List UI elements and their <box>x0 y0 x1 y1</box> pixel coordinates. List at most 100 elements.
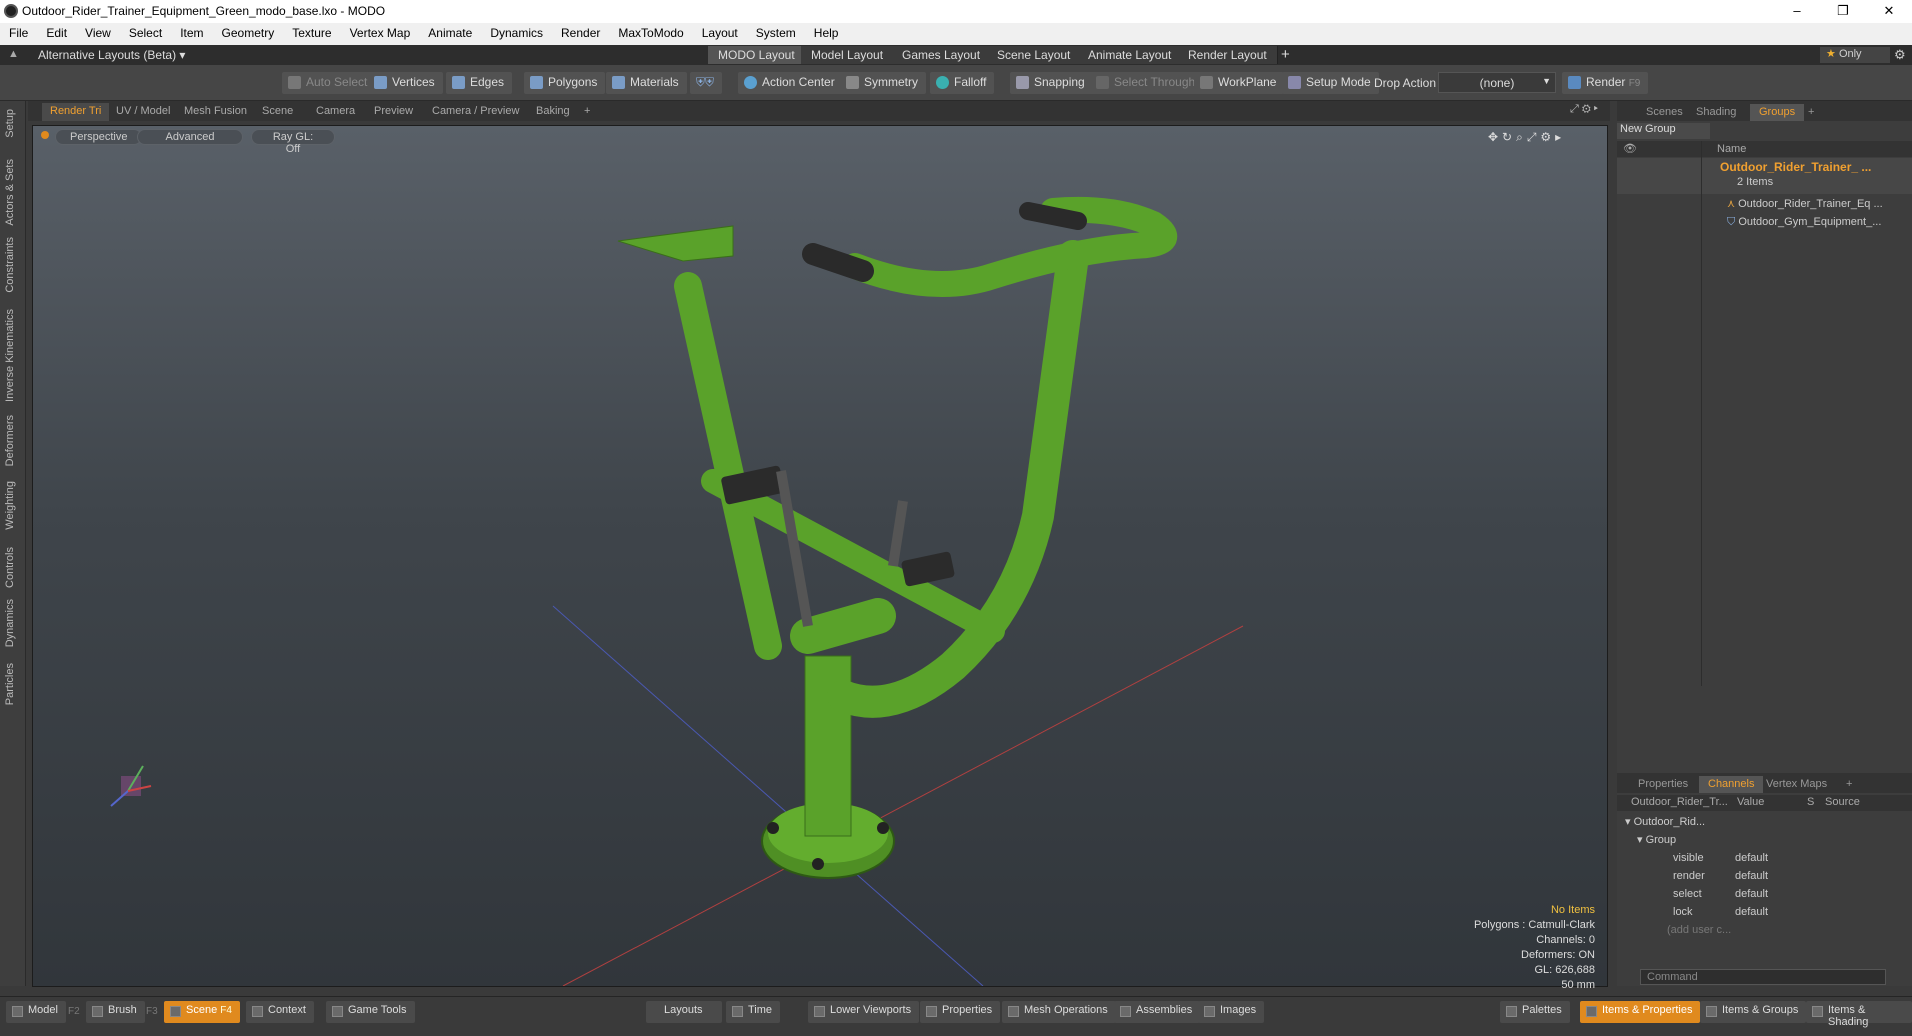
channel-value-select[interactable]: default <box>1735 885 1768 903</box>
menu-maxtomodo[interactable]: MaxToModo <box>609 23 692 40</box>
channels-col-value[interactable]: Value <box>1737 796 1764 808</box>
add-viewport-tab-button[interactable]: + <box>576 103 598 121</box>
tab-channels[interactable]: Channels <box>1699 776 1764 793</box>
action-center-button[interactable]: Action Center <box>738 72 843 94</box>
menu-item[interactable]: Item <box>171 23 212 40</box>
tab-camera-preview[interactable]: Camera / Preview <box>424 103 527 121</box>
channel-row-visible[interactable]: visible <box>1673 849 1704 867</box>
vtab-constraints[interactable]: Constraints <box>4 237 16 293</box>
new-group-button[interactable]: New Group <box>1617 123 1710 139</box>
add-channel-tab-button[interactable]: + <box>1837 776 1861 793</box>
layouts-button[interactable]: Layouts <box>646 1001 722 1023</box>
group-child[interactable]: ⛉ Outdoor_Gym_Equipment_... <box>1727 213 1881 231</box>
symmetry-button[interactable]: Symmetry <box>840 72 926 94</box>
channel-value-render[interactable]: default <box>1735 867 1768 885</box>
drop-action-select[interactable]: (none) ▼ <box>1438 72 1556 93</box>
properties-button[interactable]: Properties <box>920 1001 1001 1023</box>
items-groups-button[interactable]: Items & Groups <box>1700 1001 1807 1023</box>
group-child[interactable]: ⋏ Outdoor_Rider_Trainer_Eq ... <box>1727 195 1883 213</box>
menu-texture[interactable]: Texture <box>283 23 340 40</box>
tab-scenes[interactable]: Scenes <box>1637 104 1692 121</box>
menu-select[interactable]: Select <box>120 23 171 40</box>
menu-system[interactable]: System <box>747 23 805 40</box>
vtab-actors-sets[interactable]: Actors & Sets <box>4 159 16 226</box>
channels-col-s[interactable]: S <box>1807 796 1814 808</box>
add-scene-tab-button[interactable]: + <box>1799 104 1823 121</box>
menu-view[interactable]: View <box>76 23 120 40</box>
menu-render[interactable]: Render <box>552 23 609 40</box>
channel-group-row[interactable]: ▾ Group <box>1637 831 1676 849</box>
render-button[interactable]: Render F9 <box>1562 72 1649 94</box>
tab-animate-layout[interactable]: Animate Layout <box>1078 46 1183 64</box>
shield-mode-button[interactable]: ⛨⛨ <box>690 72 723 94</box>
materials-button[interactable]: Materials <box>606 72 687 94</box>
tab-properties[interactable]: Properties <box>1629 776 1697 793</box>
menu-animate[interactable]: Animate <box>419 23 481 40</box>
lower-viewports-button[interactable]: Lower Viewports <box>808 1001 920 1023</box>
channels-col-name[interactable]: Outdoor_Rider_Tr... <box>1631 796 1728 808</box>
vtab-weighting[interactable]: Weighting <box>4 481 16 530</box>
tab-camera[interactable]: Camera <box>308 103 363 121</box>
items-properties-button[interactable]: Items & Properties <box>1580 1001 1701 1023</box>
collapse-icon[interactable]: ▲ <box>8 48 19 60</box>
palettes-button[interactable]: Palettes <box>1500 1001 1570 1023</box>
tab-shading[interactable]: Shading <box>1687 104 1745 121</box>
close-icon[interactable]: ✕ <box>1866 0 1912 23</box>
menu-geometry[interactable]: Geometry <box>213 23 284 40</box>
vertices-button[interactable]: Vertices <box>368 72 443 94</box>
name-column[interactable]: Name <box>1717 143 1746 155</box>
model-button[interactable]: Model <box>6 1001 66 1023</box>
auto-select-button[interactable]: Auto Select <box>282 72 376 94</box>
channel-row-select[interactable]: select <box>1673 885 1702 903</box>
tab-scene-layout[interactable]: Scene Layout <box>987 46 1082 64</box>
menu-edit[interactable]: Edit <box>37 23 76 40</box>
scene-button[interactable]: Scene F4 <box>164 1001 240 1023</box>
tab-preview[interactable]: Preview <box>366 103 421 121</box>
tab-model-layout[interactable]: Model Layout <box>801 46 895 64</box>
tab-groups[interactable]: Groups <box>1750 104 1805 121</box>
tab-games-layout[interactable]: Games Layout <box>892 46 992 64</box>
brush-button[interactable]: Brush <box>86 1001 145 1023</box>
channel-value-visible[interactable]: default <box>1735 849 1768 867</box>
add-layout-button[interactable]: + <box>1281 46 1290 63</box>
items-shading-button[interactable]: Items & Shading <box>1806 1001 1912 1028</box>
viewport-options-icon[interactable]: ⤢ ⚙ ▸ <box>1570 103 1598 116</box>
channel-value-lock[interactable]: default <box>1735 903 1768 921</box>
tab-uv-model[interactable]: UV / Model <box>108 103 178 121</box>
images-button[interactable]: Images <box>1198 1001 1265 1023</box>
menu-help[interactable]: Help <box>805 23 848 40</box>
gear-icon[interactable]: ⚙ <box>1894 47 1906 63</box>
vtab-dynamics[interactable]: Dynamics <box>4 599 16 647</box>
3d-viewport[interactable]: Perspective Advanced Ray GL: Off ✥↻⌕⤢⚙▸ <box>32 125 1608 991</box>
layout-switcher[interactable]: Alternative Layouts (Beta) ▾ <box>38 48 185 62</box>
vtab-inverse-kinematics[interactable]: Inverse Kinematics <box>4 309 16 402</box>
menu-dynamics[interactable]: Dynamics <box>481 23 552 40</box>
polygons-button[interactable]: Polygons <box>524 72 606 94</box>
menu-layout[interactable]: Layout <box>693 23 747 40</box>
only-button[interactable]: ★ Only <box>1820 47 1890 63</box>
channel-row-render[interactable]: render <box>1673 867 1705 885</box>
channel-row-lock[interactable]: lock <box>1673 903 1693 921</box>
vtab-deformers[interactable]: Deformers <box>4 415 16 466</box>
assemblies-button[interactable]: Assemblies <box>1114 1001 1201 1023</box>
tab-baking[interactable]: Baking <box>528 103 578 121</box>
channels-col-source[interactable]: Source <box>1825 796 1860 808</box>
time-button[interactable]: Time <box>726 1001 781 1023</box>
minimize-icon[interactable]: – <box>1774 0 1820 23</box>
workplane-button[interactable]: WorkPlane <box>1194 72 1285 94</box>
vtab-setup[interactable]: Setup <box>4 109 16 138</box>
vtab-particles[interactable]: Particles <box>4 663 16 705</box>
context-button[interactable]: Context <box>246 1001 314 1023</box>
falloff-button[interactable]: Falloff <box>930 72 995 94</box>
menu-file[interactable]: File <box>0 23 37 40</box>
restore-icon[interactable]: ❐ <box>1820 0 1866 23</box>
tab-modo-layout[interactable]: MODO Layout <box>708 46 806 64</box>
tab-vertex-maps[interactable]: Vertex Maps <box>1757 776 1836 793</box>
add-user-channel[interactable]: (add user c... <box>1667 921 1731 939</box>
mesh-operations-button[interactable]: Mesh Operations <box>1002 1001 1116 1023</box>
tab-render-tri[interactable]: Render Tri <box>42 103 110 121</box>
game-tools-button[interactable]: Game Tools <box>326 1001 415 1023</box>
command-input[interactable]: Command <box>1640 969 1886 985</box>
edges-button[interactable]: Edges <box>446 72 513 94</box>
vtab-controls[interactable]: Controls <box>4 547 16 588</box>
